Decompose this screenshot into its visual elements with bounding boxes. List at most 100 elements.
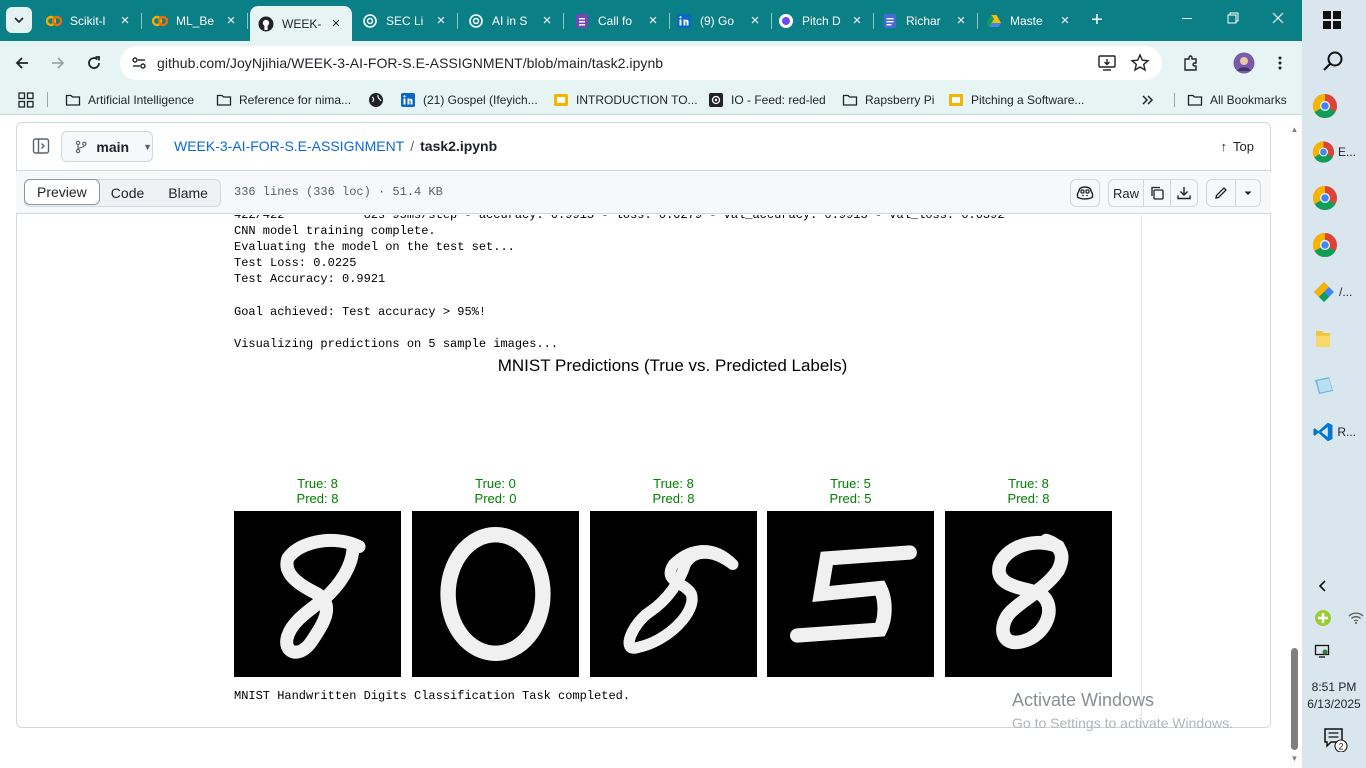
copy-raw-button[interactable] xyxy=(1143,179,1171,207)
scroll-up-icon[interactable]: ▲ xyxy=(1289,126,1300,134)
taskbar-chrome-4[interactable] xyxy=(1312,225,1356,265)
close-window-button[interactable] xyxy=(1268,9,1288,31)
search-icon xyxy=(1323,51,1343,71)
bookmark-pitching[interactable]: Pitching a Software... xyxy=(948,90,1084,110)
breadcrumb-repo-link[interactable]: WEEK-3-AI-FOR-S.E-ASSIGNMENT xyxy=(174,138,404,154)
slides-icon xyxy=(949,94,963,106)
tab-richar[interactable]: Richar × xyxy=(874,6,978,35)
taskbar-search-button[interactable] xyxy=(1322,41,1366,81)
bookmark-reference[interactable]: Reference for nima... xyxy=(216,90,351,110)
blame-tab[interactable]: Blame xyxy=(156,180,220,206)
pred-label: Pred: 5 xyxy=(829,491,872,506)
address-bar[interactable]: github.com/JoyNjihia/WEEK-3-AI-FOR-S.E-A… xyxy=(120,46,1162,80)
prediction-label: True: 5 Pred: 5 xyxy=(767,476,934,506)
tab-ml-be[interactable]: ML_Be × xyxy=(144,6,248,35)
slides-icon xyxy=(554,94,568,106)
minimize-icon xyxy=(1182,18,1192,19)
more-bookmarks-button[interactable] xyxy=(1141,90,1155,110)
scrollbar-thumb[interactable] xyxy=(1291,648,1298,750)
start-button[interactable] xyxy=(1322,0,1366,40)
pred-label: Pred: 0 xyxy=(474,491,517,506)
tab-ai-in-s[interactable]: AI in S × xyxy=(460,6,564,35)
output-line: Visualizing predictions on 5 sample imag… xyxy=(234,337,559,351)
taskbar-app-drive[interactable]: /... xyxy=(1312,272,1356,312)
folder-icon xyxy=(216,94,232,106)
tab-maste[interactable]: Maste × xyxy=(978,6,1081,35)
bookmark-globe[interactable] xyxy=(368,90,391,110)
folder-icon xyxy=(1187,94,1203,106)
taskbar-file-explorer[interactable] xyxy=(1312,319,1356,359)
bookmark-introduction[interactable]: INTRODUCTION TO... xyxy=(553,90,698,110)
code-label: Code xyxy=(110,185,145,201)
branch-name: main xyxy=(96,138,130,155)
taskbar-chrome-1[interactable] xyxy=(1312,86,1356,126)
edit-options-button[interactable] xyxy=(1235,179,1261,207)
close-icon[interactable]: × xyxy=(328,16,344,32)
extensions-button[interactable] xyxy=(1179,51,1203,75)
close-icon[interactable]: × xyxy=(433,13,449,29)
minimize-button[interactable] xyxy=(1177,9,1197,31)
bookmark-label: Reference for nima... xyxy=(239,93,352,107)
system-clock[interactable]: 8:51 PM 6/13/2025 xyxy=(1302,679,1366,713)
tab-linkedin[interactable]: (9) Go × xyxy=(668,6,772,35)
output-line: CNN model training complete. xyxy=(234,224,436,238)
true-label: True: 8 xyxy=(297,476,338,491)
url-text: github.com/JoyNjihia/WEEK-3-AI-FOR-S.E-A… xyxy=(157,55,664,71)
tab-search-button[interactable] xyxy=(6,7,32,33)
folder-icon xyxy=(1316,331,1330,347)
taskbar-vscode[interactable]: R... xyxy=(1312,412,1356,452)
bookmark-gospel[interactable]: (21) Gospel (Ifeyich... xyxy=(400,90,538,110)
forward-button[interactable] xyxy=(46,51,70,75)
back-button[interactable] xyxy=(10,51,34,75)
scroll-down-icon[interactable]: ▼ xyxy=(1289,755,1300,763)
bookmark-artificial-intelligence[interactable]: Artificial Intelligence xyxy=(65,90,194,110)
taskbar-chrome-2[interactable]: E... xyxy=(1312,132,1356,172)
all-bookmarks-button[interactable]: All Bookmarks xyxy=(1187,90,1287,110)
file-toolbar: Preview Code Blame 336 lines (336 loc) ·… xyxy=(16,172,1271,214)
apps-grid-icon[interactable] xyxy=(18,92,34,108)
clock-date: 6/13/2025 xyxy=(1307,697,1361,711)
windows-logo-icon xyxy=(1323,11,1341,29)
tab-sec[interactable]: SEC Li × xyxy=(354,6,458,35)
top-button[interactable]: ↑ Top xyxy=(1221,139,1254,154)
download-button[interactable] xyxy=(1170,179,1198,207)
profile-avatar[interactable] xyxy=(1232,51,1256,75)
file-header: main ▼ WEEK-3-AI-FOR-S.E-ASSIGNMENT / task… xyxy=(16,123,1271,171)
restore-button[interactable] xyxy=(1223,9,1243,31)
browser-menu-button[interactable] xyxy=(1268,51,1292,75)
close-icon[interactable]: × xyxy=(645,13,661,29)
tab-pitch[interactable]: Pitch D × xyxy=(770,6,874,35)
close-icon[interactable]: × xyxy=(849,13,865,29)
taskbar-chrome-3[interactable] xyxy=(1312,178,1356,218)
openai-icon xyxy=(469,13,483,28)
raw-label: Raw xyxy=(1112,185,1139,201)
branch-selector[interactable]: main ▼ xyxy=(61,131,153,162)
bookmark-star-icon[interactable] xyxy=(1130,53,1150,73)
close-icon[interactable]: × xyxy=(1057,13,1073,29)
edit-button[interactable] xyxy=(1206,179,1236,207)
tab-scikit[interactable]: Scikit-l × xyxy=(38,6,142,35)
tray-display-button[interactable] xyxy=(1314,631,1358,671)
close-icon[interactable]: × xyxy=(539,13,555,29)
preview-tab[interactable]: Preview xyxy=(24,179,100,205)
tab-title: Maste xyxy=(1010,13,1043,28)
close-icon[interactable]: × xyxy=(117,13,133,29)
reload-button[interactable] xyxy=(82,51,106,75)
copilot-button[interactable] xyxy=(1070,179,1100,207)
close-icon[interactable]: × xyxy=(223,13,239,29)
close-icon[interactable]: × xyxy=(953,13,969,29)
tab-call-fo[interactable]: Call fo × xyxy=(566,6,670,35)
bookmark-rapsberry-pi[interactable]: Rapsberry Pi xyxy=(842,90,934,110)
sidebar-expand-icon[interactable] xyxy=(32,137,50,155)
code-tab[interactable]: Code xyxy=(99,180,156,206)
top-label: Top xyxy=(1233,139,1254,154)
bookmark-io-feed[interactable]: IO - Feed: red-led xyxy=(708,90,826,110)
taskbar-app-notepad[interactable] xyxy=(1312,366,1356,406)
close-icon[interactable]: × xyxy=(747,13,763,29)
notification-center-button[interactable]: 2 xyxy=(1322,719,1366,759)
install-app-icon[interactable] xyxy=(1097,53,1117,73)
new-tab-button[interactable]: + xyxy=(1086,9,1108,31)
tab-week-active[interactable]: WEEK- × xyxy=(250,6,352,41)
raw-button[interactable]: Raw xyxy=(1108,179,1144,207)
site-info-icon[interactable] xyxy=(129,53,149,73)
